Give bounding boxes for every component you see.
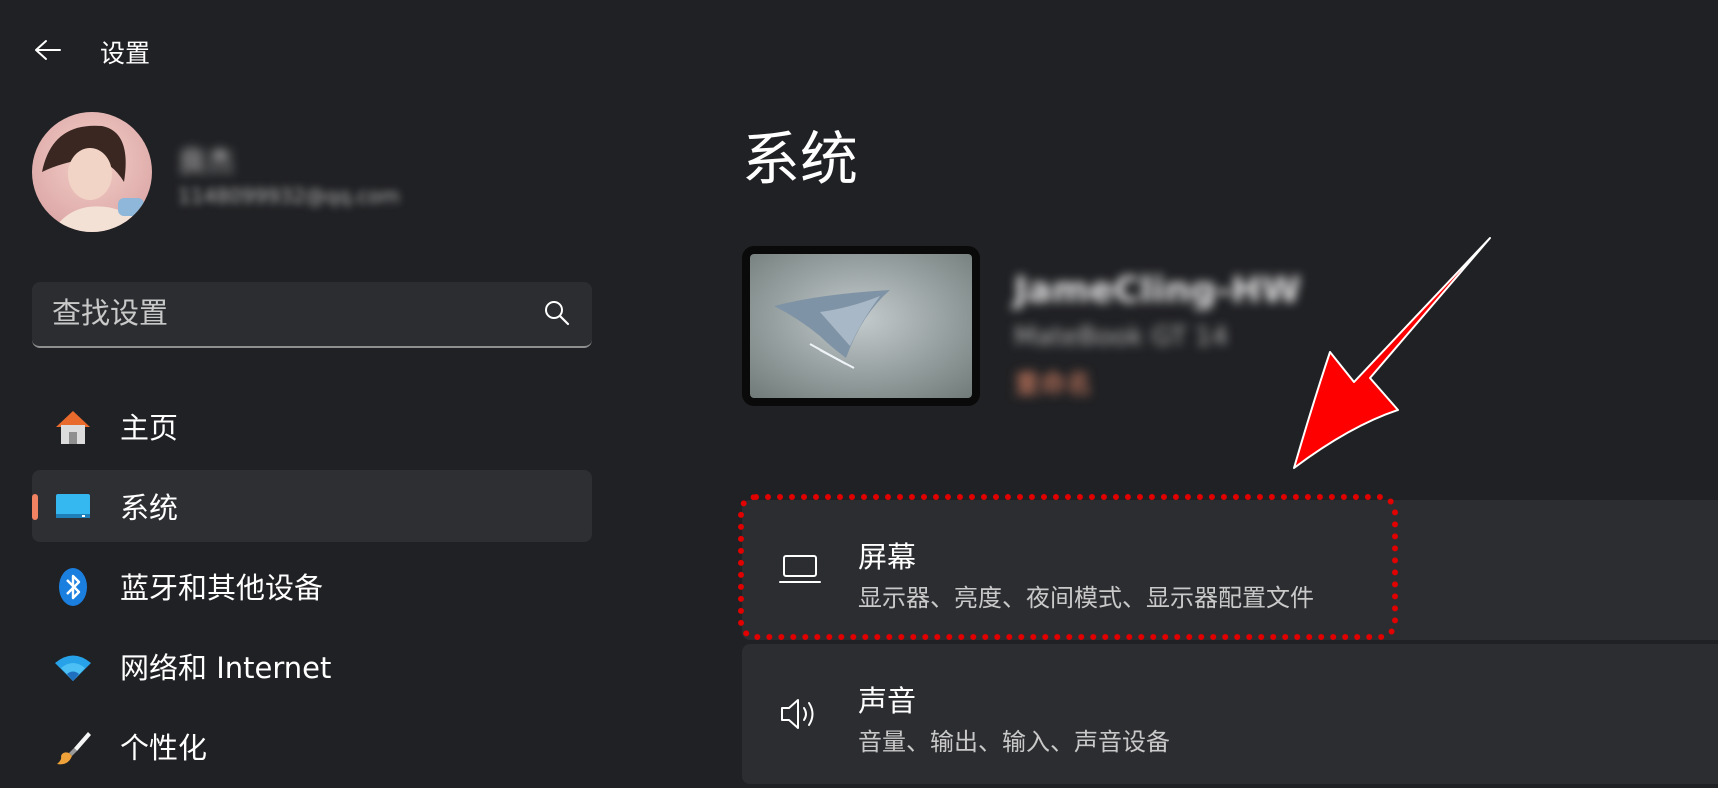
settings-card-display[interactable]: 屏幕 显示器、亮度、夜间模式、显示器配置文件 — [742, 500, 1718, 640]
app-title: 设置 — [100, 39, 151, 68]
sidebar-item-home[interactable]: 主页 — [32, 390, 592, 462]
profile-email: 1148099932@qq.com — [178, 184, 400, 208]
sidebar-item-label: 个性化 — [120, 731, 208, 765]
title-bar: 设置 — [0, 0, 700, 100]
sidebar-item-label: 系统 — [120, 491, 179, 525]
sidebar-item-personalization[interactable]: 个性化 — [32, 710, 592, 782]
card-title: 屏幕 — [858, 540, 917, 574]
search-input[interactable] — [52, 282, 522, 344]
bluetooth-icon — [50, 564, 96, 610]
avatar[interactable] — [32, 112, 152, 232]
home-icon — [50, 404, 96, 450]
pointer-arrow-icon — [1293, 237, 1491, 469]
settings-window: 设置 良杰 1148099932@qq.com 查找设置 主页 系统 蓝牙和其他… — [0, 0, 1718, 788]
speaker-icon — [778, 696, 822, 732]
wallpaper-image — [750, 254, 972, 398]
active-indicator — [32, 494, 38, 520]
back-arrow-icon — [35, 40, 61, 60]
brush-icon — [50, 724, 96, 770]
device-name: JameCling-HW — [1014, 270, 1301, 311]
page-title: 系统 — [742, 125, 859, 193]
device-model: MateBook GT 14 — [1014, 322, 1228, 352]
card-subtitle: 显示器、亮度、夜间模式、显示器配置文件 — [858, 584, 1314, 612]
search-icon — [545, 301, 570, 326]
search-button[interactable] — [542, 298, 572, 328]
sidebar-item-system[interactable]: 系统 — [32, 470, 592, 542]
sidebar-item-bluetooth[interactable]: 蓝牙和其他设备 — [32, 550, 592, 622]
avatar-image — [32, 112, 152, 232]
profile-name: 良杰 — [178, 145, 235, 178]
search-box — [32, 282, 592, 348]
settings-card-sound[interactable]: 声音 音量、输出、输入、声音设备 — [742, 644, 1718, 784]
rename-link[interactable]: 重命名 — [1014, 364, 1092, 401]
device-thumbnail — [742, 246, 980, 406]
wifi-icon — [50, 644, 96, 690]
sidebar-item-label: 网络和 Internet — [120, 651, 332, 685]
card-title: 声音 — [858, 684, 917, 718]
card-subtitle: 音量、输出、输入、声音设备 — [858, 728, 1170, 756]
sidebar-item-label: 主页 — [120, 411, 179, 445]
back-button[interactable] — [28, 30, 68, 70]
sidebar-item-network[interactable]: 网络和 Internet — [32, 630, 592, 702]
sidebar-nav: 主页 系统 蓝牙和其他设备 网络和 Internet 个性化 — [32, 390, 592, 788]
sidebar-item-label: 蓝牙和其他设备 — [120, 571, 324, 605]
display-icon — [778, 552, 822, 588]
system-icon — [50, 484, 96, 530]
